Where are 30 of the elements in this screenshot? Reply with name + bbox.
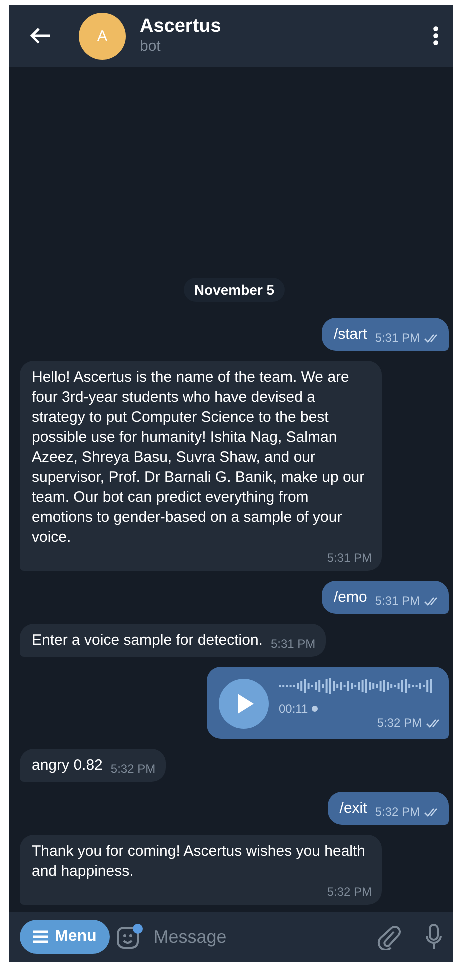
chat-title: Ascertus (140, 16, 222, 38)
play-button[interactable] (219, 679, 269, 729)
menu-icon (32, 930, 49, 944)
message-text: Thank you for coming! Ascertus wishes you health and happiness. (32, 842, 367, 882)
message-text: angry 0.82 (32, 756, 103, 776)
back-icon[interactable] (29, 27, 51, 45)
microphone-icon[interactable] (425, 923, 443, 951)
voice-duration: 00:11 (279, 701, 308, 718)
message-field[interactable]: Message (150, 920, 371, 954)
message-text: /exit (340, 799, 368, 819)
message-text: /emo (334, 588, 368, 608)
message-time: 5:31 PM (375, 330, 420, 347)
unplayed-dot (312, 706, 318, 712)
message-time: 5:32 PM (375, 804, 420, 821)
message-text: /start (334, 325, 368, 345)
menu-button[interactable]: Menu (20, 920, 110, 954)
avatar: A (79, 12, 126, 60)
message-time: 5:32 PM (377, 715, 422, 732)
message-time: 5:31 PM (375, 593, 420, 610)
message-time: 5:32 PM (110, 761, 156, 778)
message-text: Enter a voice sample for detection. (32, 631, 263, 651)
message-time: 5:31 PM (270, 636, 316, 653)
more-icon[interactable] (433, 26, 439, 46)
chat-subtitle: bot (140, 38, 162, 56)
message-text: Hello! Ascertus is the name of the team. We are four 3rd-year students who have devised a strategy to put Computer Science to the best possible use for humanity! Ishita Nag, Salman Azeez, Shreya Basu, Suvra Shaw, and our supervisor, Prof. Dr Barnali G. Banik, make up our team. Our bot can predict everything from emotions to gender-based on a sample of your voice. (32, 368, 366, 548)
date-label: November 5 (184, 278, 285, 302)
sticker-icon[interactable] (116, 923, 144, 951)
message-time: 5:32 PM (327, 884, 372, 901)
paperclip-icon[interactable] (377, 924, 401, 950)
message-time: 5:31 PM (327, 550, 372, 567)
